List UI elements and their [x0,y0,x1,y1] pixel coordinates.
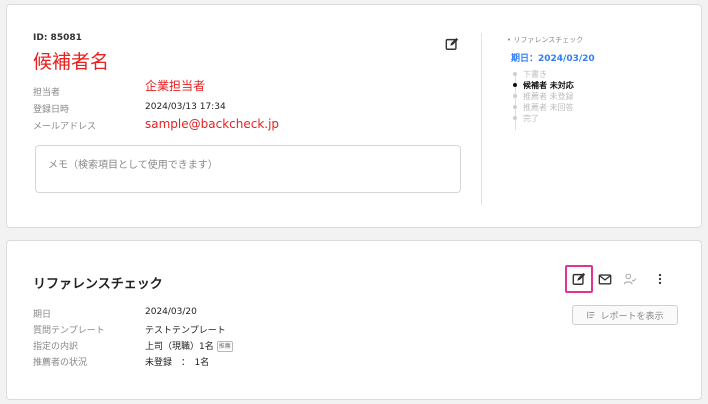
section-title: リファレンスチェック [33,277,163,292]
more-vertical-icon [658,273,662,285]
email-label: メールアドレス [33,122,97,132]
candidate-id: ID: 85081 [33,33,82,43]
step-dot [513,94,517,98]
owner-value: 企業担当者 [145,79,206,93]
step-label: 下書き [523,70,547,79]
step-complete: 完了 [511,113,574,124]
divider [481,33,482,205]
show-report-button[interactable]: レポートを表示 [572,305,678,325]
list-icon [587,311,595,319]
edit-icon [572,272,586,285]
referee-status-label: 推薦者の状況 [33,358,88,368]
candidate-name: 候補者名 [33,51,110,73]
due-label: 期日 [33,310,52,320]
step-referee-unregistered: 推薦者 未登録 [511,91,574,102]
template-label: 質問テンプレート [33,326,105,336]
step-label: 推薦者 未登録 [523,92,574,101]
step-draft: 下書き [511,69,574,80]
candidate-card: ID: 85081 候補者名 担当者 企業担当者 登録日時 2024/03/13… [6,4,702,228]
breakdown-label: 指定の内訳 [33,342,79,352]
registered-label: 登録日時 [33,105,70,115]
step-label: 候補者 未対応 [523,81,574,90]
assign-user-button[interactable] [621,270,639,288]
step-candidate-pending: 候補者 未対応 [511,80,574,91]
ref-status-due: 期日：2024/03/20 [511,54,595,64]
edit-candidate-button[interactable] [443,35,461,53]
edit-reference-button[interactable] [570,270,588,288]
breakdown-text: 上司（現職）1名 [145,342,214,352]
owner-label: 担当者 [33,88,61,98]
recommend-badge: 推薦 [216,341,233,352]
registered-value: 2024/03/13 17:34 [145,102,226,112]
step-referee-unanswered: 推薦者 未回答 [511,102,574,113]
step-label: 推薦者 未回答 [523,103,574,112]
referee-status-value: 未登録 ： 1名 [145,358,210,368]
template-value: テストテンプレート [145,326,226,336]
email-value[interactable]: sample@backcheck.jp [145,117,279,131]
send-mail-button[interactable] [596,270,614,288]
step-label: 完了 [523,114,539,123]
user-check-icon [623,273,637,285]
step-dot [513,105,517,109]
reference-check-card: リファレンスチェック 期日 2024/03/20 質問テンプレート テストテンプ… [6,240,702,400]
step-dot [513,72,517,76]
ref-status-title: • リファレンスチェック [507,36,584,44]
memo-field[interactable]: メモ（検索項目として使用できます） [35,145,461,193]
ref-status-steps: 下書き 候補者 未対応 推薦者 未登録 推薦者 未回答 完了 [511,69,574,130]
mail-icon [598,274,612,285]
breakdown-value: 上司（現職）1名 推薦 [145,339,233,352]
more-options-button[interactable] [651,270,669,288]
due-value: 2024/03/20 [145,307,197,317]
step-dot [513,83,517,87]
show-report-label: レポートを表示 [600,311,664,322]
step-dot [513,116,517,120]
edit-icon [445,37,459,50]
